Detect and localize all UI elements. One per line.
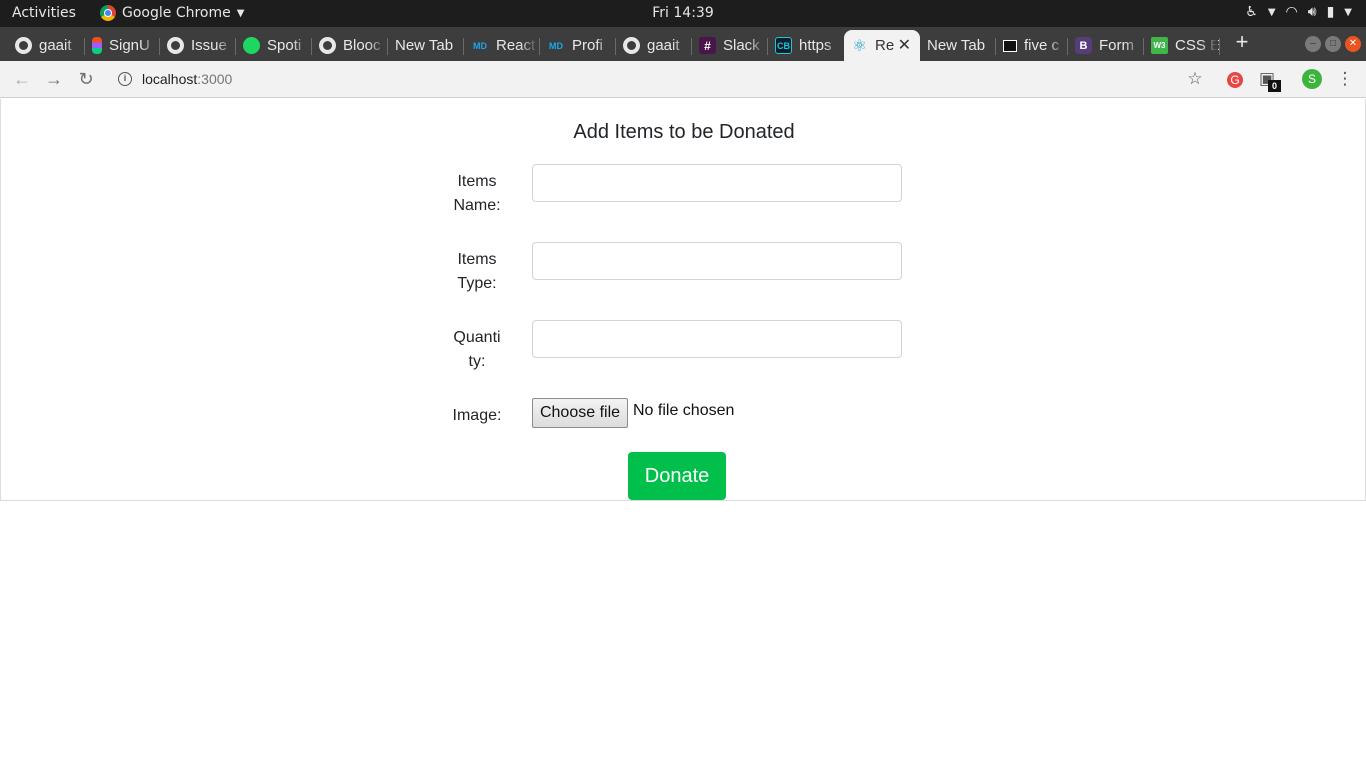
items-type-input[interactable] bbox=[532, 242, 902, 280]
choose-file-button[interactable]: Choose file bbox=[532, 398, 628, 428]
github-icon bbox=[623, 37, 640, 54]
react-icon: ⚛ bbox=[852, 37, 867, 55]
tab[interactable]: gaait bbox=[616, 30, 692, 61]
tab-label: New Tab bbox=[927, 37, 986, 54]
extension-badge: 0 bbox=[1268, 80, 1281, 92]
slack-icon: # bbox=[699, 37, 716, 54]
activities-button[interactable]: Activities bbox=[12, 5, 76, 21]
volume-icon[interactable]: 🔊︎ bbox=[1308, 4, 1317, 20]
tab[interactable]: gaait bbox=[8, 30, 85, 61]
battery-icon[interactable]: ▮ bbox=[1327, 4, 1335, 20]
form-title: Add Items to be Donated bbox=[573, 121, 795, 143]
url-text[interactable]: localhost:3000 bbox=[142, 71, 232, 87]
donate-button[interactable]: Donate bbox=[628, 452, 726, 500]
tab[interactable]: MD Profi bbox=[540, 30, 616, 61]
quantity-label: Quanti ty: bbox=[453, 329, 501, 370]
bootstrap-icon: B bbox=[1075, 37, 1092, 54]
menu-dots-icon[interactable]: ⋮ bbox=[1334, 68, 1356, 90]
tab[interactable]: B Form bbox=[1068, 30, 1144, 61]
items-name-label: Items Name: bbox=[453, 173, 501, 214]
system-top-bar: Activities Google Chrome ▼ Fri 14:39 ♿ ▼… bbox=[0, 0, 1366, 27]
avatar[interactable]: S bbox=[1302, 69, 1322, 89]
image-label: Image: bbox=[452, 407, 502, 424]
github-icon bbox=[15, 37, 32, 54]
caret-down-icon[interactable]: ▼ bbox=[1344, 7, 1352, 18]
info-icon[interactable]: i bbox=[118, 72, 132, 86]
mdx-icon: MD bbox=[473, 40, 487, 51]
new-tab-button[interactable]: + bbox=[1231, 30, 1253, 54]
tab[interactable]: Blooc bbox=[312, 30, 388, 61]
bookmark-star-icon[interactable]: ☆ bbox=[1184, 68, 1206, 90]
tab[interactable]: CB https bbox=[768, 30, 844, 61]
tab[interactable]: Spoti bbox=[236, 30, 312, 61]
chrome-icon bbox=[100, 5, 116, 21]
page-content: Add Items to be Donated Items Name: Item… bbox=[0, 99, 1366, 768]
mdx-icon: MD bbox=[549, 40, 563, 51]
tab-label: New Tab bbox=[395, 37, 454, 54]
github-icon bbox=[319, 37, 336, 54]
clock[interactable]: Fri 14:39 bbox=[652, 5, 713, 21]
tab-separator bbox=[1219, 38, 1220, 55]
tab[interactable]: W3 CSS E bbox=[1144, 30, 1220, 61]
quantity-input[interactable] bbox=[532, 320, 902, 358]
minimize-icon[interactable]: – bbox=[1305, 36, 1321, 52]
caret-down-icon: ▼ bbox=[236, 7, 245, 19]
reload-icon[interactable]: ↻ bbox=[74, 67, 98, 91]
close-window-icon[interactable]: ✕ bbox=[1345, 36, 1361, 52]
tab[interactable]: SignU bbox=[85, 30, 160, 61]
css-icon: W3 bbox=[1151, 37, 1168, 54]
tab-label: Re bbox=[875, 37, 895, 54]
back-arrow-icon[interactable]: ← bbox=[10, 67, 34, 91]
caret-down-icon[interactable]: ▼ bbox=[1268, 7, 1276, 18]
github-icon bbox=[167, 37, 184, 54]
browser-toolbar: ← → ↻ i localhost:3000 ☆ G ▣ ⋮ bbox=[0, 61, 1366, 98]
tab[interactable]: Issue bbox=[160, 30, 236, 61]
codebox-icon: CB bbox=[775, 37, 792, 54]
items-type-label: Items Type: bbox=[457, 251, 497, 292]
tab-strip: gaait SignU Issue Spoti Blooc New Tab MD… bbox=[0, 27, 1366, 61]
figma-icon bbox=[92, 37, 102, 54]
tab-active[interactable]: ⚛ Re ✕ bbox=[844, 30, 920, 61]
app-menu-label: Google Chrome bbox=[122, 5, 231, 21]
maximize-icon[interactable]: □ bbox=[1325, 36, 1341, 52]
tab[interactable]: five c bbox=[996, 30, 1068, 61]
grammarly-icon[interactable]: G bbox=[1227, 72, 1243, 88]
five-icon bbox=[1003, 39, 1017, 52]
tab[interactable]: New Tab bbox=[388, 30, 464, 61]
address-bar[interactable]: i localhost:3000 bbox=[108, 65, 1218, 94]
donation-form: Add Items to be Donated Items Name: Item… bbox=[0, 99, 1366, 501]
wifi-icon[interactable]: ◠ bbox=[1286, 4, 1298, 20]
file-status: No file chosen bbox=[633, 402, 735, 419]
tab[interactable]: MD React bbox=[464, 30, 540, 61]
items-name-input[interactable] bbox=[532, 164, 902, 202]
accessibility-icon[interactable]: ♿ bbox=[1245, 4, 1258, 20]
forward-arrow-icon[interactable]: → bbox=[42, 67, 66, 91]
spotify-icon bbox=[243, 37, 260, 54]
tab[interactable]: New Tab bbox=[920, 30, 996, 61]
system-tray[interactable]: ♿ ▼ ◠ 🔊︎ ▮ ▼ bbox=[1245, 4, 1352, 20]
tab[interactable]: # Slack bbox=[692, 30, 768, 61]
app-menu[interactable]: Google Chrome ▼ bbox=[100, 5, 244, 21]
close-tab-icon[interactable]: ✕ bbox=[898, 35, 911, 55]
